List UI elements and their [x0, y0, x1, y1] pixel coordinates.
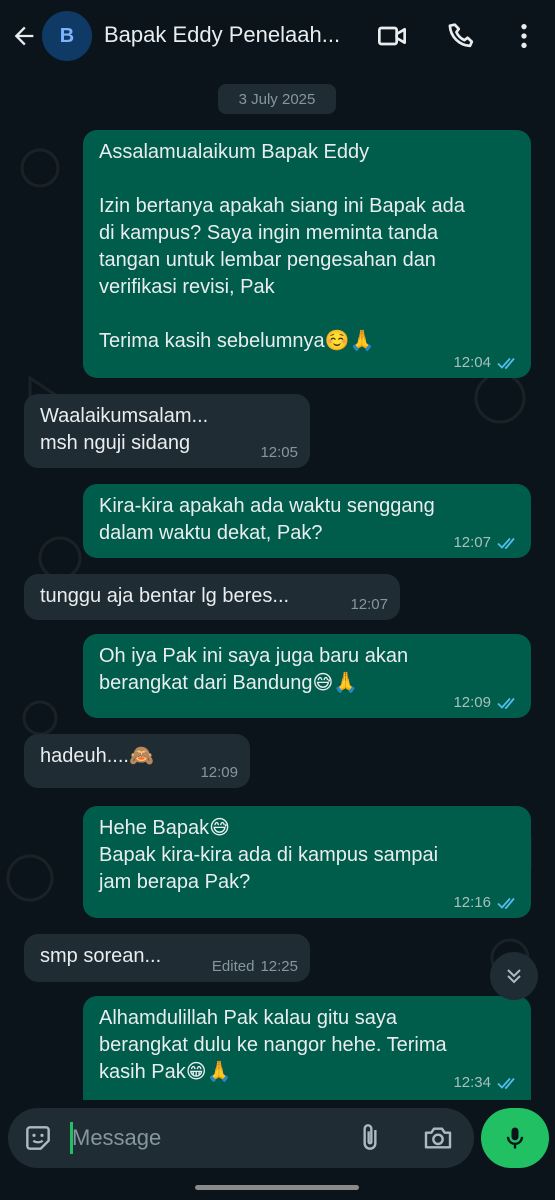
message-time: 12:09 — [453, 694, 491, 711]
message-time: 12:34 — [453, 1074, 491, 1091]
message-list[interactable]: 3 July 2025 Assalamualaikum Bapak Eddy I… — [0, 78, 555, 1100]
avatar[interactable]: B — [42, 11, 92, 61]
message-text: tangan untuk lembar pengesahan dan — [99, 249, 436, 271]
message-time: 12:07 — [350, 596, 388, 613]
message-meta: 12:09 — [200, 764, 238, 782]
message-text: Terima kasih sebelumnya☺️🙏 — [99, 330, 375, 352]
avatar-letter: B — [59, 24, 75, 47]
message-time: 12:05 — [260, 444, 298, 461]
message-text: verifikasi revisi, Pak — [99, 276, 275, 298]
more-vert-icon[interactable] — [508, 20, 540, 52]
message-bubble-outgoing[interactable]: Kira-kira apakah ada waktu senggang dala… — [83, 484, 531, 558]
video-call-icon[interactable] — [376, 20, 408, 52]
message-text: jam berapa Pak? — [99, 871, 251, 893]
scroll-down-icon — [507, 969, 521, 984]
message-bubble-incoming[interactable]: Waalaikumsalam... msh nguji sidang 12:05 — [24, 394, 310, 468]
contact-name[interactable]: Bapak Eddy Penelaah... — [104, 22, 364, 48]
message-bubble-outgoing[interactable]: Hehe Bapak😅 Bapak kira-kira ada di kampu… — [83, 806, 531, 918]
attach-icon[interactable] — [354, 1122, 386, 1154]
message-text: Izin bertanya apakah siang ini Bapak ada — [99, 195, 465, 217]
message-text: berangkat dulu ke nangor hehe. Terima — [99, 1034, 447, 1056]
voice-message-button[interactable] — [481, 1108, 549, 1168]
message-text: Waalaikumsalam... — [40, 405, 209, 427]
message-time: 12:09 — [200, 764, 238, 781]
message-text: tunggu aja bentar lg beres... — [40, 585, 290, 607]
message-time: 12:07 — [453, 534, 491, 551]
message-text: Oh iya Pak ini saya juga baru akan — [99, 645, 409, 667]
message-bubble-outgoing[interactable]: Alhamdulillah Pak kalau gitu saya berang… — [83, 996, 531, 1100]
message-meta: 12:16 — [453, 894, 519, 912]
message-meta: 12:07 — [453, 534, 519, 552]
double-check-read-icon — [497, 897, 515, 910]
home-gesture-bar[interactable] — [195, 1185, 359, 1190]
message-meta: 12:05 — [260, 444, 298, 462]
message-meta: 12:34 — [453, 1074, 519, 1092]
message-input[interactable]: Message — [72, 1125, 161, 1151]
message-meta: 12:04 — [453, 354, 519, 372]
message-bubble-incoming[interactable]: hadeuh....🙈 12:09 — [24, 734, 250, 788]
scroll-down-button[interactable] — [490, 952, 538, 1000]
mic-icon — [506, 1127, 524, 1149]
chat-header: B Bapak Eddy Penelaah... — [0, 0, 555, 78]
message-meta: Edited 12:25 — [212, 958, 298, 976]
back-arrow-icon[interactable] — [10, 22, 38, 50]
double-check-read-icon — [497, 697, 515, 710]
emoji-sticker-icon[interactable] — [22, 1122, 54, 1154]
message-text: Alhamdulillah Pak kalau gitu saya — [99, 1007, 397, 1029]
message-text: Bapak kira-kira ada di kampus sampai — [99, 844, 439, 866]
edited-label: Edited — [211, 958, 255, 975]
double-check-read-icon — [497, 537, 515, 550]
message-time: 12:04 — [453, 354, 491, 371]
message-time: 12:25 — [260, 958, 298, 975]
message-meta: 12:09 — [453, 694, 519, 712]
date-chip: 3 July 2025 — [218, 84, 336, 114]
message-text: Hehe Bapak😅 — [99, 817, 230, 839]
message-bubble-outgoing[interactable]: Assalamualaikum Bapak Eddy Izin bertanya… — [83, 130, 531, 378]
message-bubble-incoming[interactable]: smp sorean... Edited 12:25 — [24, 934, 310, 982]
message-bubble-incoming[interactable]: tunggu aja bentar lg beres... 12:07 — [24, 574, 400, 620]
message-text: Kira-kira apakah ada waktu senggang — [99, 495, 435, 517]
double-check-read-icon — [497, 1077, 515, 1090]
message-text: di kampus? Saya ingin meminta tanda — [99, 222, 439, 244]
double-check-read-icon — [497, 357, 515, 370]
message-text: berangkat dari Bandung😅🙏 — [99, 672, 359, 694]
phone-icon[interactable] — [446, 20, 478, 52]
message-bubble-outgoing[interactable]: Oh iya Pak ini saya juga baru akan beran… — [83, 634, 531, 718]
message-text: Assalamualaikum Bapak Eddy — [99, 141, 370, 163]
message-time: 12:16 — [453, 894, 491, 911]
message-text: msh nguji sidang — [40, 432, 191, 454]
message-meta: 12:07 — [350, 596, 388, 614]
camera-icon[interactable] — [422, 1122, 454, 1154]
message-composer[interactable]: Message — [8, 1108, 474, 1168]
